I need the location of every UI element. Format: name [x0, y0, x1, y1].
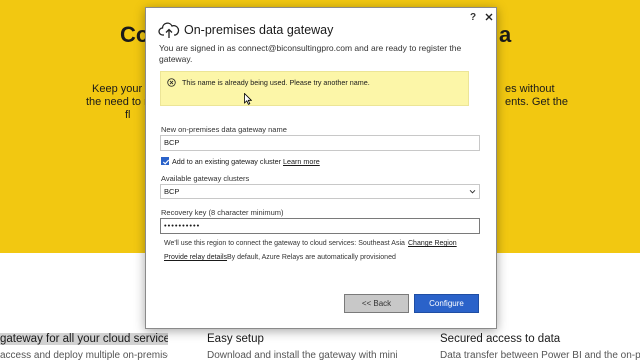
- chevron-down-icon: [469, 189, 476, 194]
- dialog-title: On-premises data gateway: [184, 23, 334, 37]
- back-button[interactable]: << Back: [344, 294, 409, 313]
- checkmark-icon: [162, 159, 170, 165]
- feature-title-setup: Easy setup: [207, 333, 264, 345]
- hero-text-right-1: es without: [505, 83, 555, 95]
- hero-heading-right: a: [499, 22, 512, 47]
- hero-text-left-2: the need to m: [86, 96, 145, 108]
- error-circle-icon: [167, 78, 176, 87]
- feature-title-secure: Secured access to data: [440, 333, 561, 345]
- hero-heading-left: Co: [120, 22, 146, 47]
- clusters-dropdown[interactable]: BCP: [160, 184, 480, 199]
- gateway-name-input[interactable]: BCP: [160, 135, 480, 151]
- recovery-key-input[interactable]: ••••••••••: [160, 218, 480, 234]
- change-region-link[interactable]: Change Region: [408, 240, 457, 247]
- cloud-upload-icon: [158, 22, 180, 38]
- gateway-name-label: New on-premises data gateway name: [161, 125, 287, 134]
- feature-text-setup: Download and install the gateway with mi…: [207, 350, 397, 360]
- hero-text-left-3: fl: [125, 109, 131, 121]
- add-to-cluster-label[interactable]: Add to an existing gateway cluster: [172, 157, 281, 166]
- learn-more-link[interactable]: Learn more: [283, 157, 320, 166]
- hero-text-left-1: Keep your d: [92, 83, 145, 95]
- configure-button[interactable]: Configure: [414, 294, 479, 313]
- hero-text-right-2: ents. Get the: [505, 96, 568, 108]
- add-to-cluster-checkbox[interactable]: [161, 157, 170, 165]
- mouse-cursor-icon: [244, 93, 252, 105]
- relay-message: By default, Azure Relays are automatical…: [227, 254, 396, 261]
- clusters-label: Available gateway clusters: [161, 174, 250, 183]
- warning-banner: This name is already being used. Please …: [160, 71, 469, 106]
- recovery-key-label: Recovery key (8 character minimum): [161, 208, 284, 217]
- signed-in-message: You are signed in as connect@biconsultin…: [159, 43, 462, 64]
- feature-text-secure: Data transfer between Power BI and the o…: [440, 350, 640, 360]
- region-message: We'll use this region to connect the gat…: [164, 240, 405, 247]
- gateway-dialog: On-premises data gateway ? You are signe…: [145, 7, 497, 329]
- relay-details-link[interactable]: Provide relay details: [164, 254, 227, 261]
- clusters-selected-value: BCP: [164, 187, 180, 196]
- feature-title-cloud: gateway for all your cloud services: [0, 333, 168, 345]
- feature-text-cloud: access and deploy multiple on-premises d…: [0, 350, 168, 360]
- close-icon[interactable]: [484, 12, 494, 22]
- warning-text: This name is already being used. Please …: [182, 78, 370, 87]
- help-button[interactable]: ?: [468, 12, 478, 23]
